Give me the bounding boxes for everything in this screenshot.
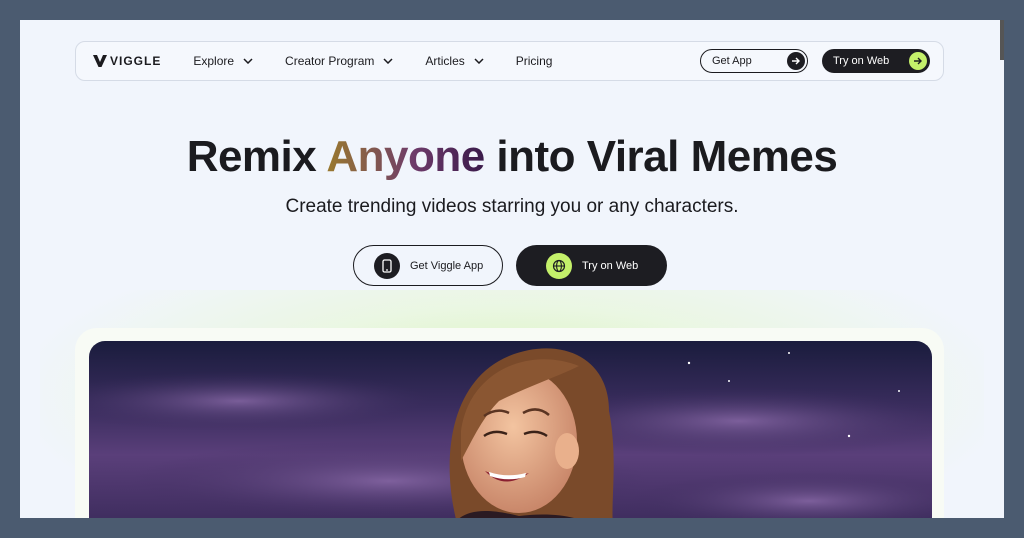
chevron-down-icon bbox=[383, 58, 393, 64]
hero-title-end: into Viral Memes bbox=[484, 132, 838, 181]
try-on-web-hero-button[interactable]: Try on Web bbox=[516, 245, 667, 286]
nav-item-label: Creator Program bbox=[285, 54, 375, 68]
nav-item-creator-program[interactable]: Creator Program bbox=[285, 54, 393, 68]
chevron-down-icon bbox=[474, 58, 484, 64]
arrow-right-icon bbox=[787, 52, 805, 70]
nav-item-articles[interactable]: Articles bbox=[425, 54, 484, 68]
get-viggle-app-label: Get Viggle App bbox=[410, 259, 484, 272]
globe-icon bbox=[546, 252, 572, 279]
hero-title-accent: Anyone bbox=[326, 132, 485, 181]
brand-name: VIGGLE bbox=[110, 54, 162, 68]
hero-video-artwork bbox=[89, 348, 932, 518]
try-on-web-label: Try on Web bbox=[833, 55, 890, 67]
nav-item-explore[interactable]: Explore bbox=[193, 54, 253, 68]
hero-cta-row: Get Viggle App Try on Web bbox=[353, 245, 667, 286]
try-on-web-button[interactable]: Try on Web bbox=[822, 49, 930, 73]
arrow-right-icon bbox=[909, 52, 927, 70]
browser-viewport: VIGGLE Explore Creator Program Articles … bbox=[20, 20, 1004, 518]
scrollbar[interactable] bbox=[1000, 20, 1004, 60]
phone-icon bbox=[374, 252, 400, 279]
nav-item-label: Explore bbox=[193, 54, 235, 68]
get-app-label: Get App bbox=[712, 55, 752, 67]
nav-item-pricing[interactable]: Pricing bbox=[516, 54, 553, 68]
nav-item-label: Articles bbox=[425, 54, 465, 68]
chevron-down-icon bbox=[243, 58, 253, 64]
brand-logo[interactable]: VIGGLE bbox=[93, 54, 161, 68]
hero-subtitle: Create trending videos starring you or a… bbox=[285, 196, 739, 217]
nav-item-label: Pricing bbox=[515, 54, 553, 68]
hero-title: Remix Anyone into Viral Memes bbox=[20, 130, 1004, 184]
get-viggle-app-button[interactable]: Get Viggle App bbox=[353, 245, 503, 286]
hero-video[interactable] bbox=[89, 341, 932, 518]
nav-actions: Get App Try on Web bbox=[700, 49, 930, 73]
try-on-web-hero-label: Try on Web bbox=[582, 259, 639, 272]
get-app-button[interactable]: Get App bbox=[700, 49, 808, 73]
hero-title-start: Remix bbox=[186, 132, 327, 181]
top-navbar: VIGGLE Explore Creator Program Articles … bbox=[75, 41, 944, 81]
viggle-logo-icon bbox=[93, 55, 107, 67]
